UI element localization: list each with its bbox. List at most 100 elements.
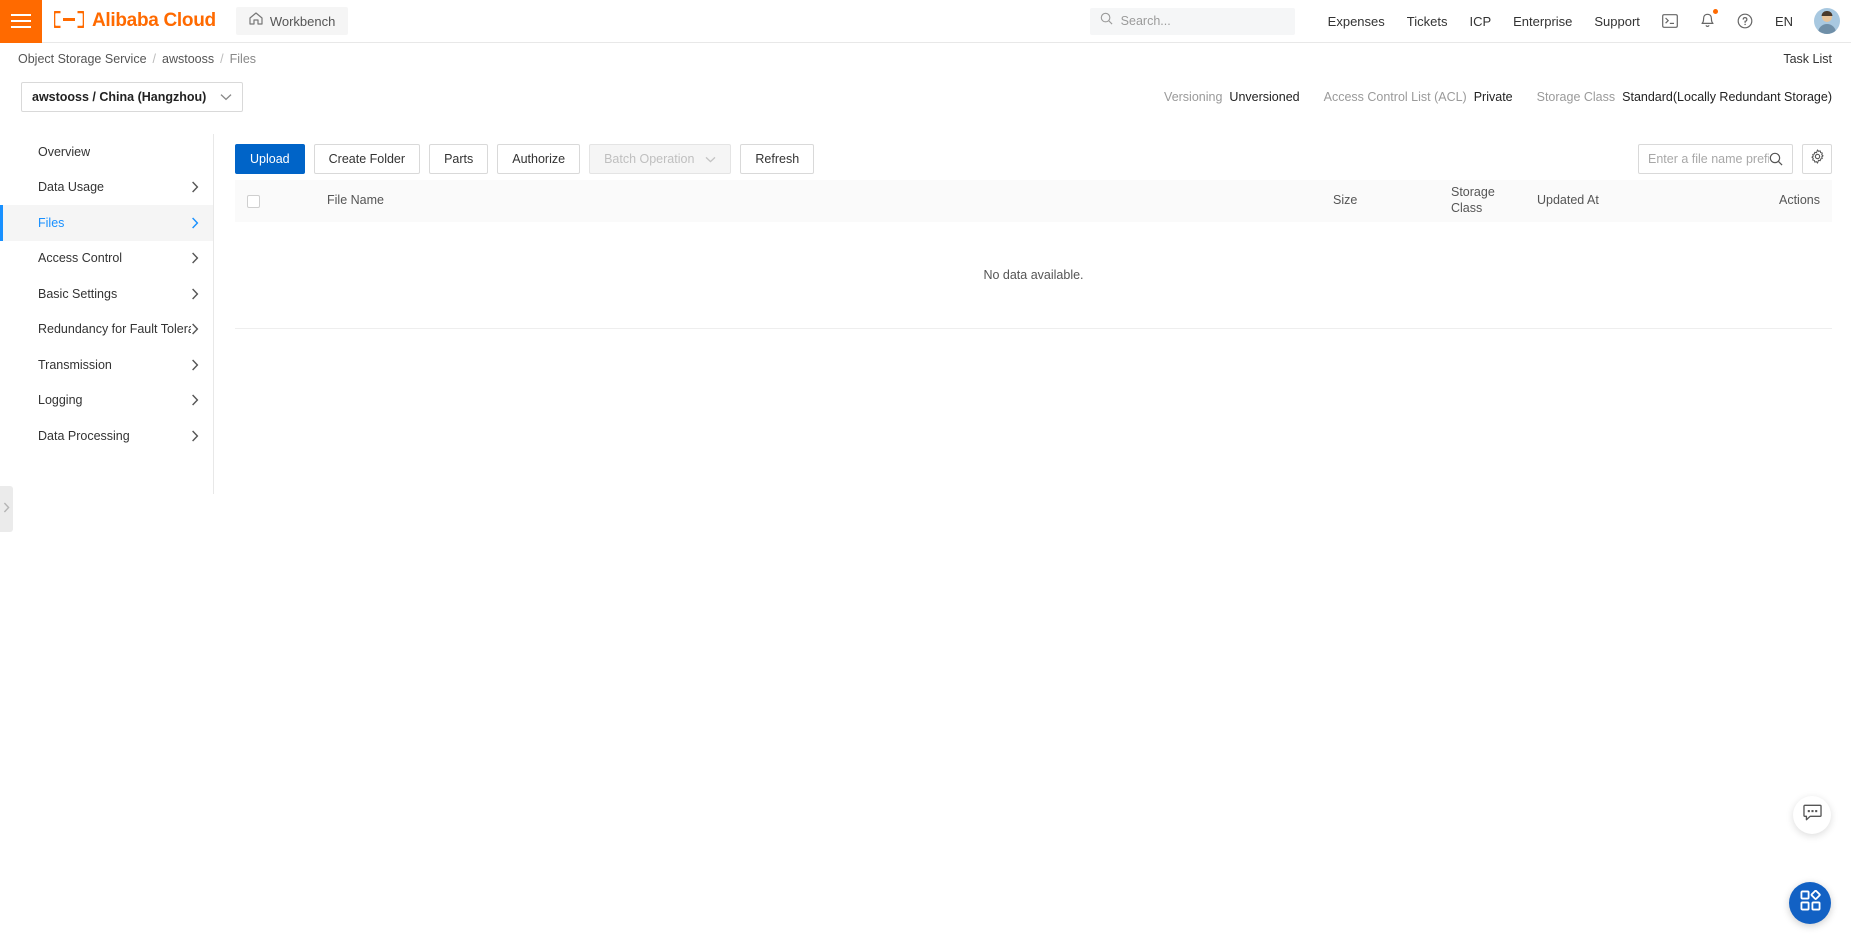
batch-operation-dropdown: Batch Operation: [589, 144, 732, 174]
sidebar-collapse-handle[interactable]: [0, 486, 13, 532]
header-link-tickets[interactable]: Tickets: [1396, 14, 1459, 29]
bucket-selector[interactable]: awstooss / China (Hangzhou): [21, 82, 243, 112]
sidebar-item-label: Data Usage: [38, 180, 105, 195]
select-all-checkbox[interactable]: [247, 194, 260, 208]
chevron-right-icon: [3, 500, 10, 518]
sidebar-item-overview[interactable]: Overview: [0, 134, 213, 170]
sidebar-item-transmission[interactable]: Transmission: [0, 347, 213, 383]
sidebar-item-label: Files: [38, 215, 65, 230]
gear-icon: [1810, 149, 1825, 169]
select-all-header: [235, 180, 279, 222]
chevron-right-icon: [191, 323, 199, 335]
file-prefix-search-box[interactable]: [1638, 144, 1793, 174]
global-search-box[interactable]: [1089, 7, 1295, 35]
table-header-row: File Name Size Storage Class Updated At …: [235, 180, 1832, 222]
main-content: Upload Create Folder Parts Authorize Bat…: [214, 134, 1851, 329]
sidebar-item-data-processing[interactable]: Data Processing: [0, 418, 213, 454]
chevron-right-icon: [191, 394, 199, 406]
meta-value-acl: Private: [1473, 90, 1513, 104]
table-settings-button[interactable]: [1802, 144, 1832, 174]
chat-bubble-icon: [1802, 804, 1822, 827]
sidebar-item-label: Access Control: [38, 251, 123, 266]
bucket-meta-info: Versioning Unversioned Access Control Li…: [1164, 90, 1851, 104]
column-header-actions: Actions: [1779, 193, 1820, 208]
files-table-body: No data available.: [235, 222, 1832, 329]
breadcrumb-item-files: Files: [229, 52, 257, 66]
batch-operation-label: Batch Operation: [604, 152, 695, 166]
chat-support-button[interactable]: [1793, 796, 1831, 834]
meta-value-versioning: Unversioned: [1229, 90, 1300, 104]
apps-launcher-button[interactable]: [1789, 882, 1831, 924]
sidebar-item-access-control[interactable]: Access Control: [0, 241, 213, 277]
search-icon[interactable]: [1769, 152, 1783, 166]
column-header-storage-class[interactable]: Storage Class: [1443, 180, 1529, 222]
global-search-input[interactable]: [1120, 14, 1285, 28]
chevron-right-icon: [191, 430, 199, 442]
task-list-link[interactable]: Task List: [1783, 52, 1851, 66]
bucket-row: awstooss / China (Hangzhou) Versioning U…: [0, 80, 1851, 114]
brand-logo[interactable]: Alibaba Cloud: [52, 10, 216, 32]
header-link-icp[interactable]: ICP: [1458, 14, 1502, 29]
breadcrumb-row: Object Storage Service / awstooss / File…: [0, 43, 1851, 75]
column-header-updated-at[interactable]: Updated At: [1529, 180, 1754, 222]
column-header-size[interactable]: Size: [1325, 180, 1443, 222]
toolbar-right-group: [1638, 144, 1832, 174]
header-right-group: Expenses Tickets ICP Enterprise Support: [1089, 7, 1851, 35]
bucket-selector-label: awstooss / China (Hangzhou): [32, 90, 207, 104]
workbench-button[interactable]: Workbench: [235, 7, 349, 35]
chevron-right-icon: [191, 181, 199, 193]
header-link-enterprise[interactable]: Enterprise: [1502, 14, 1583, 29]
help-question-icon[interactable]: [1726, 13, 1764, 29]
console-terminal-icon[interactable]: [1651, 14, 1689, 28]
search-icon: [1100, 12, 1113, 30]
chevron-right-icon: [191, 359, 199, 371]
header-link-support[interactable]: Support: [1583, 14, 1651, 29]
files-table-head: File Name Size Storage Class Updated At …: [235, 180, 1832, 222]
files-table: File Name Size Storage Class Updated At …: [235, 180, 1832, 329]
notification-badge-dot: [1712, 9, 1718, 14]
sidebar-item-label: Overview: [38, 144, 91, 159]
meta-key-acl: Access Control List (ACL): [1323, 90, 1467, 104]
breadcrumb-separator: /: [220, 52, 224, 66]
sidebar-item-label: Data Processing: [38, 428, 130, 443]
parts-button[interactable]: Parts: [429, 144, 489, 174]
meta-value-storage-class: Standard(Locally Redundant Storage): [1622, 90, 1832, 104]
file-prefix-search-input[interactable]: [1648, 152, 1769, 166]
breadcrumb-separator: /: [152, 52, 157, 66]
files-toolbar: Upload Create Folder Parts Authorize Bat…: [214, 134, 1851, 180]
chevron-right-icon: [191, 217, 199, 229]
sidebar-item-label: Redundancy for Fault Tolerance: [38, 322, 191, 337]
files-table-wrapper: File Name Size Storage Class Updated At …: [214, 180, 1851, 329]
hamburger-menu-icon[interactable]: [0, 0, 42, 43]
sidebar-item-redundancy-for-fault-tolerance[interactable]: Redundancy for Fault Tolerance: [0, 312, 213, 348]
header-link-expenses[interactable]: Expenses: [1317, 14, 1396, 29]
sidebar-item-label: Transmission: [38, 357, 112, 372]
authorize-button[interactable]: Authorize: [497, 144, 581, 174]
empty-state-row: No data available.: [235, 222, 1832, 329]
sidebar-item-label: Basic Settings: [38, 286, 118, 301]
upload-button[interactable]: Upload: [235, 144, 305, 174]
sidebar-item-data-usage[interactable]: Data Usage: [0, 170, 213, 206]
sidebar-nav: Overview Data Usage Files Access Control…: [0, 134, 214, 494]
chevron-right-icon: [191, 252, 199, 264]
sidebar-item-basic-settings[interactable]: Basic Settings: [0, 276, 213, 312]
column-header-file-name[interactable]: File Name: [279, 180, 1325, 222]
language-selector[interactable]: EN: [1764, 14, 1804, 29]
brand-name: Alibaba Cloud: [92, 10, 216, 31]
alibaba-cloud-logo-icon: [52, 10, 86, 32]
sidebar-item-label: Logging: [38, 393, 83, 408]
meta-key-versioning: Versioning: [1164, 90, 1223, 104]
breadcrumb-item-service[interactable]: Object Storage Service: [18, 52, 147, 66]
user-avatar[interactable]: [1814, 8, 1840, 34]
breadcrumb-item-bucket[interactable]: awstooss: [162, 52, 214, 66]
empty-state-message: No data available.: [235, 222, 1832, 329]
home-icon: [249, 12, 263, 30]
chevron-down-icon: [705, 156, 716, 163]
workbench-label: Workbench: [269, 13, 336, 29]
create-folder-button[interactable]: Create Folder: [313, 144, 421, 174]
sidebar-item-logging[interactable]: Logging: [0, 383, 213, 419]
sidebar-item-files[interactable]: Files: [0, 205, 213, 241]
apps-grid-icon: [1800, 889, 1821, 916]
notification-bell-icon[interactable]: [1689, 9, 1726, 29]
refresh-button[interactable]: Refresh: [740, 144, 815, 174]
